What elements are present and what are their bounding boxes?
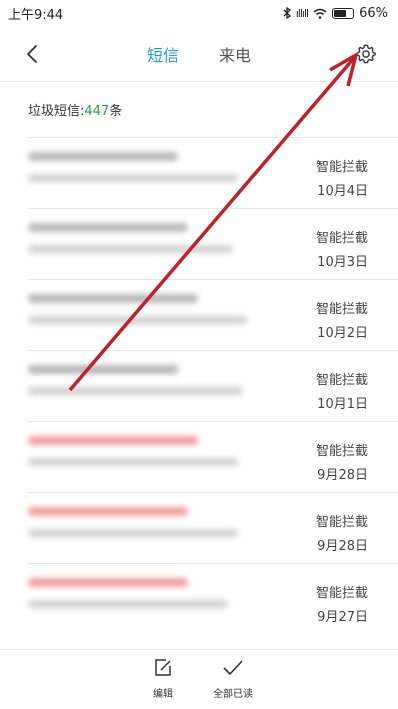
bottom-toolbar: 编辑 全部已读 xyxy=(0,649,398,709)
intercept-tag: 智能拦截 xyxy=(315,231,368,246)
blurred-sender xyxy=(28,223,188,232)
message-date: 9月28日 xyxy=(317,539,368,554)
message-date: 9月27日 xyxy=(317,610,368,625)
mark-all-read-button[interactable]: 全部已读 xyxy=(203,658,263,700)
message-row[interactable]: 智能拦截 10月1日 xyxy=(28,350,398,421)
tab-bar: 短信 来电 xyxy=(0,26,398,82)
edit-icon xyxy=(155,659,171,676)
message-meta: 智能拦截 10月2日 xyxy=(316,298,368,341)
intercept-tag: 智能拦截 xyxy=(315,444,368,459)
message-date: 10月1日 xyxy=(317,397,368,412)
status-icons: ıllıll 66% xyxy=(283,6,388,21)
message-meta: 智能拦截 10月3日 xyxy=(316,227,368,270)
message-row[interactable]: 智能拦截 9月28日 xyxy=(28,421,398,492)
gear-icon xyxy=(356,44,376,64)
message-meta: 智能拦截 9月28日 xyxy=(316,511,368,554)
bluetooth-icon xyxy=(283,7,291,19)
message-preview xyxy=(28,365,258,408)
message-preview xyxy=(28,152,258,195)
intercept-tag: 智能拦截 xyxy=(315,586,368,601)
message-row[interactable]: 智能拦截 9月27日 xyxy=(28,563,398,634)
message-row[interactable]: 智能拦截 10月4日 xyxy=(28,137,398,208)
blurred-sender xyxy=(28,507,188,516)
status-time: 上午9:44 xyxy=(8,7,64,23)
blurred-sender xyxy=(28,578,188,587)
settings-button[interactable] xyxy=(352,40,380,68)
intercept-tag: 智能拦截 xyxy=(315,160,368,175)
message-list: 智能拦截 10月4日 智能拦截 10月3日 智能拦截 10月2日 智能拦截 10月1日 智能拦截… xyxy=(28,137,398,634)
intercept-tag: 智能拦截 xyxy=(315,373,368,388)
blurred-content xyxy=(28,174,238,182)
blurred-sender xyxy=(28,436,198,445)
spam-count-summary: 垃圾短信:447条 xyxy=(28,100,122,119)
message-row[interactable]: 智能拦截 9月28日 xyxy=(28,492,398,563)
message-row[interactable]: 智能拦截 10月3日 xyxy=(28,208,398,279)
blurred-content xyxy=(28,529,238,537)
message-meta: 智能拦截 9月27日 xyxy=(316,582,368,625)
message-date: 10月2日 xyxy=(317,326,368,341)
spam-count-value: 447 xyxy=(84,104,110,119)
battery-level xyxy=(334,9,346,17)
blurred-content xyxy=(28,245,233,253)
mark-all-read-label: 全部已读 xyxy=(213,689,253,700)
header: 短信 来电 xyxy=(0,26,398,82)
edit-label: 编辑 xyxy=(153,689,173,700)
spam-count-prefix: 垃圾短信: xyxy=(28,104,85,119)
message-preview xyxy=(28,507,258,550)
blurred-sender xyxy=(28,365,178,374)
edit-button[interactable]: 编辑 xyxy=(133,658,193,700)
message-date: 10月4日 xyxy=(317,184,368,199)
message-meta: 智能拦截 9月28日 xyxy=(316,440,368,483)
message-preview xyxy=(28,223,258,266)
status-bar: 上午9:44 ıllıll 66% xyxy=(0,0,398,26)
blurred-sender xyxy=(28,152,178,161)
signal-icon: ıllıll xyxy=(295,6,309,20)
message-preview xyxy=(28,294,258,337)
tab-calls[interactable]: 来电 xyxy=(219,42,251,66)
blurred-content xyxy=(28,600,228,608)
blurred-content xyxy=(28,458,238,466)
battery-percent: 66% xyxy=(359,5,388,21)
wifi-icon xyxy=(313,8,327,19)
checkmark-icon xyxy=(223,660,243,675)
message-date: 9月28日 xyxy=(317,468,368,483)
battery-icon xyxy=(332,7,355,19)
message-row[interactable]: 智能拦截 10月2日 xyxy=(28,279,398,350)
blurred-content xyxy=(28,316,248,324)
spam-count-suffix: 条 xyxy=(109,104,123,119)
message-preview xyxy=(28,578,258,621)
tab-sms[interactable]: 短信 xyxy=(147,42,179,66)
blurred-sender xyxy=(28,294,198,303)
intercept-tag: 智能拦截 xyxy=(315,302,368,317)
message-date: 10月3日 xyxy=(317,255,368,270)
message-meta: 智能拦截 10月4日 xyxy=(316,156,368,199)
intercept-tag: 智能拦截 xyxy=(315,515,368,530)
message-meta: 智能拦截 10月1日 xyxy=(316,369,368,412)
message-preview xyxy=(28,436,258,479)
blurred-content xyxy=(28,387,243,395)
